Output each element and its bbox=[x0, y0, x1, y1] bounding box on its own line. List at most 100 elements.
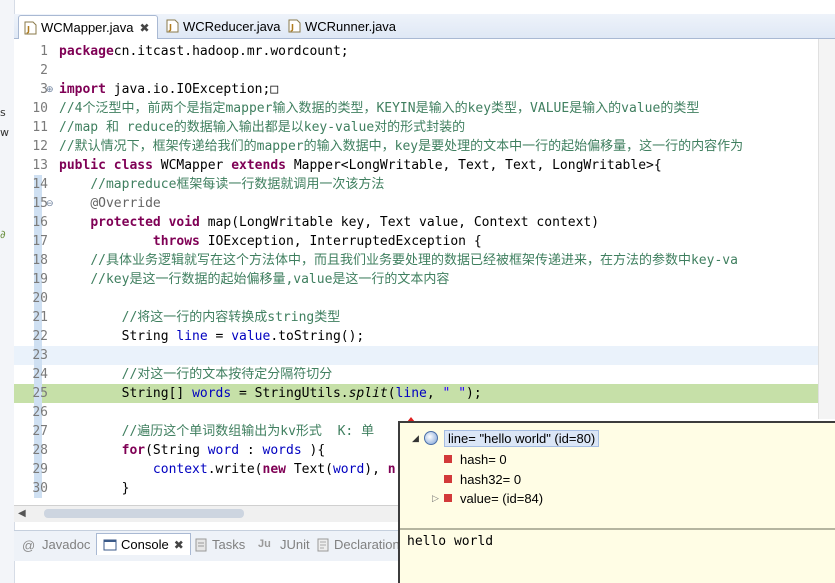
tree-root-row[interactable]: ◢ line= "hello world" (id=80) bbox=[412, 429, 600, 447]
tab-declaration[interactable]: Declaration bbox=[316, 537, 400, 552]
code-line[interactable]: 21 //将这一行的内容转换成string类型 bbox=[14, 308, 835, 327]
popup-divider[interactable] bbox=[400, 528, 835, 530]
code-token: java.io.IOException;□ bbox=[105, 82, 279, 97]
line-number: 28 bbox=[32, 443, 48, 458]
collapse-triangle-icon[interactable]: ◢ bbox=[412, 433, 424, 444]
code-token: words bbox=[262, 443, 302, 458]
tab-javadoc[interactable]: @ Javadoc bbox=[22, 537, 90, 553]
code-token: new bbox=[262, 462, 286, 477]
code-token: //map 和 reduce的数据输入输出都是以key-value对的形式封装的 bbox=[59, 120, 466, 135]
tab-wcrunner[interactable]: J WCRunner.java bbox=[284, 15, 400, 37]
code-text: //具体业务逻辑就写在这个方法体中，而且我们业务要处理的数据已经被框架传递进来，… bbox=[59, 251, 738, 270]
code-line[interactable]: 18 //具体业务逻辑就写在这个方法体中，而且我们业务要处理的数据已经被框架传递… bbox=[14, 251, 835, 270]
code-line[interactable]: 12 //默认情况下，框架传递给我们的mapper的输入数据中，key是要处理的文… bbox=[14, 137, 835, 156]
code-token: for bbox=[121, 443, 146, 458]
code-line[interactable]: 16 protected void map(LongWritable key, … bbox=[14, 213, 835, 232]
code-token: WCMapper bbox=[152, 158, 232, 173]
close-icon[interactable]: ✖ bbox=[174, 538, 184, 552]
code-token: protected void bbox=[90, 215, 200, 230]
code-line[interactable]: 11 //map 和 reduce的数据输入输出都是以key-value对的形式封… bbox=[14, 118, 835, 137]
fold-toggle-icon[interactable]: ⊕ bbox=[46, 84, 54, 95]
line-number: 2 bbox=[40, 63, 48, 78]
code-text: packagecn.itcast.hadoop.mr.wordcount; bbox=[59, 42, 349, 61]
expand-triangle-icon[interactable]: ▷ bbox=[432, 493, 444, 504]
code-text: protected void map(LongWritable key, Tex… bbox=[59, 213, 599, 232]
tree-child-label: value= (id=84) bbox=[460, 490, 544, 506]
code-text: //map 和 reduce的数据输入输出都是以key-value对的形式封装的 bbox=[59, 118, 465, 137]
code-line[interactable]: 1 packagecn.itcast.hadoop.mr.wordcount; bbox=[14, 42, 835, 61]
left-panel-fragment: w bbox=[0, 126, 9, 139]
code-line[interactable]: 22 String line = value.toString(); bbox=[14, 327, 835, 346]
code-token: //遍历这个单词数组输出为kv形式 K: 单 bbox=[121, 424, 375, 439]
code-line[interactable]: 23 bbox=[14, 346, 835, 365]
code-text: } bbox=[59, 479, 130, 498]
tab-wcreducer[interactable]: J WCReducer.java bbox=[162, 15, 284, 37]
code-token: import bbox=[59, 82, 106, 97]
code-line[interactable]: 13 public class WCMapper extends Mapper<L… bbox=[14, 156, 835, 175]
code-token: package bbox=[59, 44, 114, 59]
tab-wcmapper[interactable]: J WCMapper.java ✖ bbox=[18, 15, 158, 39]
code-text: public class WCMapper extends Mapper<Lon… bbox=[59, 156, 662, 175]
tab-tasks[interactable]: Tasks bbox=[194, 537, 245, 552]
code-token: (String bbox=[145, 443, 208, 458]
horizontal-scrollbar[interactable]: ◀ bbox=[14, 505, 399, 522]
code-line[interactable]: 2 bbox=[14, 61, 835, 80]
variable-tree: ◢ line= "hello world" (id=80) hash= 0 ha… bbox=[400, 423, 835, 529]
code-token: Mapper<LongWritable, Text, Text, LongWri… bbox=[286, 158, 662, 173]
line-number: 11 bbox=[32, 120, 48, 135]
line-number: 30 bbox=[32, 481, 48, 496]
scroll-left-icon[interactable]: ◀ bbox=[18, 508, 26, 519]
code-line[interactable]: 20 bbox=[14, 289, 835, 308]
private-field-icon bbox=[444, 455, 452, 463]
code-line[interactable]: 26 bbox=[14, 403, 835, 422]
tab-console[interactable]: Console ✖ bbox=[96, 533, 191, 555]
code-line[interactable]: 17 throws IOException, InterruptedExcept… bbox=[14, 232, 835, 251]
code-token: ){ bbox=[301, 443, 326, 458]
tree-child-row[interactable]: hash= 0 bbox=[432, 450, 507, 468]
declaration-icon bbox=[316, 538, 330, 552]
left-panel-fragment: s bbox=[0, 106, 6, 119]
code-token: = bbox=[207, 329, 232, 344]
code-token: String[] bbox=[59, 386, 193, 401]
variable-inspect-popup[interactable]: ◢ line= "hello world" (id=80) hash= 0 ha… bbox=[398, 421, 835, 583]
final-field-icon bbox=[444, 494, 452, 502]
code-token: ( bbox=[387, 386, 396, 401]
code-text: for(String word : words ){ bbox=[59, 441, 326, 460]
code-line[interactable]: 19 //key是这一行数据的起始偏移量,value是这一行的文本内容 bbox=[14, 270, 835, 289]
java-file-icon: J bbox=[288, 19, 301, 33]
tab-junit[interactable]: Ju JUnit bbox=[258, 537, 310, 552]
tree-child-row[interactable]: ▷ value= (id=84) bbox=[432, 489, 543, 507]
code-token: value bbox=[231, 329, 271, 344]
line-number: 27 bbox=[32, 424, 48, 439]
tab-label: WCMapper.java bbox=[41, 20, 134, 35]
code-token: map(LongWritable key, Text value, Contex… bbox=[199, 215, 600, 230]
vertical-scrollbar[interactable] bbox=[818, 39, 835, 419]
code-token: String bbox=[59, 329, 177, 344]
code-line[interactable]: 15 ⊖ @Override bbox=[14, 194, 835, 213]
code-line[interactable]: 24 //对这一行的文本按待定分隔符切分 bbox=[14, 365, 835, 384]
code-line[interactable]: 14 //mapreduce框架每读一行数据就调用一次该方法 bbox=[14, 175, 835, 194]
tab-label: JUnit bbox=[280, 537, 310, 552]
line-number: 16 bbox=[32, 215, 48, 230]
code-token: //具体业务逻辑就写在这个方法体中，而且我们业务要处理的数据已经被框架传递进来，… bbox=[90, 253, 738, 268]
left-panel-fragment: ∂ bbox=[0, 228, 6, 241]
console-icon bbox=[103, 538, 117, 552]
tab-label: WCRunner.java bbox=[305, 18, 397, 34]
code-token: line bbox=[395, 386, 427, 401]
close-icon[interactable]: ✖ bbox=[139, 21, 149, 35]
code-line[interactable]: 25 String[] words = StringUtils.split(li… bbox=[14, 384, 835, 403]
code-line[interactable]: 3 ⊕ import java.io.IOException;□ bbox=[14, 80, 835, 99]
line-number: 13 bbox=[32, 158, 48, 173]
code-token: line bbox=[176, 329, 208, 344]
code-token: //默认情况下，框架传递给我们的mapper的输入数据中，key是要处理的文本中… bbox=[59, 139, 744, 154]
scrollbar-thumb[interactable] bbox=[44, 509, 244, 518]
code-token: //4个泛型中，前两个是指定mapper输入数据的类型，KEYIN是输入的key… bbox=[59, 101, 700, 116]
tree-child-row[interactable]: hash32= 0 bbox=[432, 470, 521, 488]
fold-toggle-icon[interactable]: ⊖ bbox=[46, 198, 54, 209]
code-line[interactable]: 10 //4个泛型中，前两个是指定mapper输入数据的类型，KEYIN是输入的k… bbox=[14, 99, 835, 118]
code-text: import java.io.IOException;□ bbox=[59, 80, 278, 99]
code-text: String line = value.toString(); bbox=[59, 327, 365, 346]
